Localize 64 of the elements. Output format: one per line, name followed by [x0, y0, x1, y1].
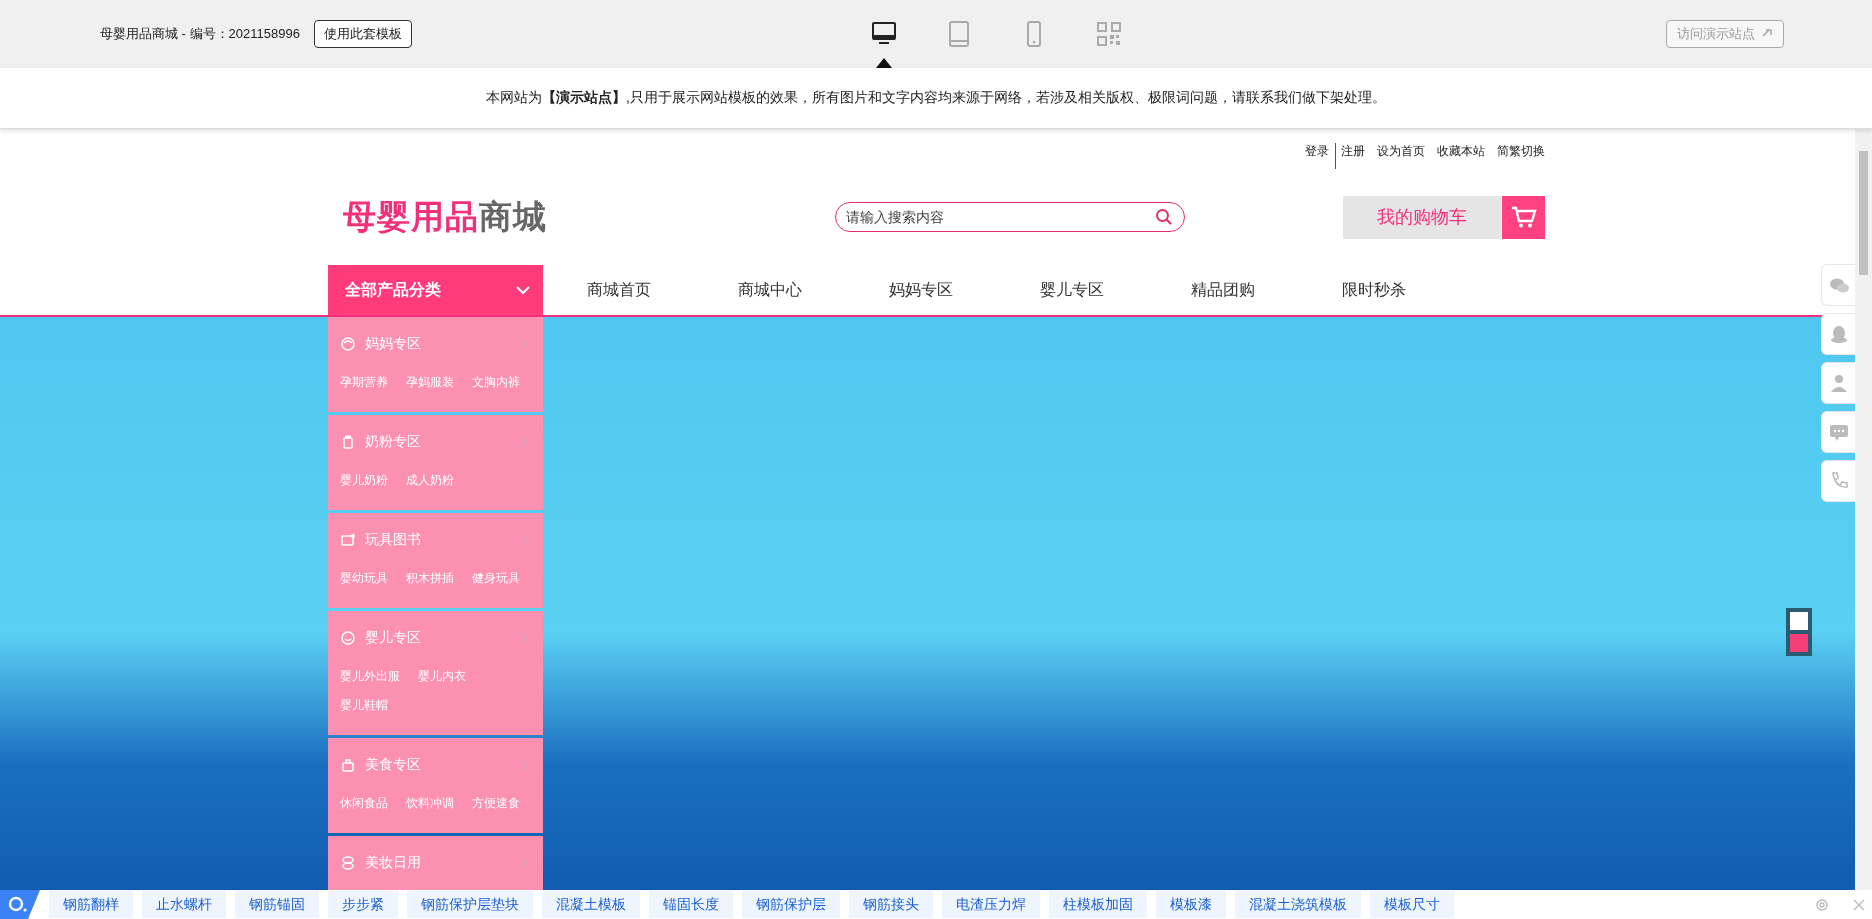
category-icon: [340, 336, 356, 352]
scrollbar-thumb[interactable]: [1859, 151, 1868, 275]
category-icon: [340, 630, 356, 646]
top-link[interactable]: 设为首页: [1377, 143, 1425, 169]
top-link[interactable]: 收藏本站: [1437, 143, 1485, 169]
chevron-right-icon: [521, 338, 529, 350]
chevron-right-icon: [521, 632, 529, 644]
search-icon[interactable]: [1155, 208, 1173, 226]
keyword-tag[interactable]: 混凝土浇筑模板: [1235, 891, 1361, 918]
keyword-tag[interactable]: 柱模板加固: [1049, 891, 1147, 918]
use-template-button[interactable]: 使用此套模板: [313, 20, 412, 48]
keyword-tag[interactable]: 钢筋接头: [849, 891, 933, 918]
nav-link[interactable]: 婴儿专区: [996, 265, 1147, 315]
cart-icon: [1510, 205, 1537, 229]
float-button[interactable]: [1821, 411, 1855, 453]
search-field[interactable]: 请输入搜索内容: [835, 202, 1185, 232]
category-icon: [340, 757, 356, 773]
top-link[interactable]: 简繁切换: [1497, 143, 1545, 169]
chevron-right-icon: [521, 759, 529, 771]
site-logo[interactable]: 母婴用品商城: [328, 194, 835, 240]
close-icon[interactable]: [1852, 897, 1866, 912]
chevron-right-icon: [521, 534, 529, 546]
cart-button[interactable]: 我的购物车: [1343, 195, 1501, 239]
scrollbar[interactable]: [1855, 129, 1872, 890]
top-link[interactable]: 注册: [1335, 143, 1365, 169]
keyword-tag[interactable]: 锚固长度: [649, 891, 733, 918]
category-menu-button[interactable]: 全部产品分类: [328, 265, 543, 315]
settings-icon[interactable]: [1814, 896, 1830, 913]
cart-icon-button[interactable]: [1502, 195, 1545, 239]
slide-indicator[interactable]: [1790, 612, 1808, 630]
keyword-tag[interactable]: 模板尺寸: [1370, 891, 1454, 918]
float-button[interactable]: [1821, 313, 1855, 355]
category-title: 全部产品分类: [345, 279, 441, 300]
site-title: 母婴用品商城 - 编号：2021158996: [100, 25, 300, 43]
keyword-tag[interactable]: 钢筋保护层垫块: [407, 891, 533, 918]
visit-demo-button[interactable]: 访问演示站点: [1666, 20, 1784, 48]
keyword-tag[interactable]: 钢筋锚固: [235, 891, 319, 918]
chevron-right-icon: [521, 436, 529, 448]
category-icon: [340, 532, 356, 548]
keyword-tag[interactable]: 混凝土模板: [542, 891, 640, 918]
keyword-tag[interactable]: 步步紧: [328, 891, 398, 918]
chevron-right-icon: [521, 857, 529, 869]
category-icon: [340, 855, 356, 871]
slide-indicator[interactable]: [1790, 634, 1808, 652]
keyword-tag[interactable]: 止水螺杆: [142, 891, 226, 918]
nav-link[interactable]: 妈妈专区: [845, 265, 996, 315]
keyword-tag[interactable]: 钢筋保护层: [742, 891, 840, 918]
float-button[interactable]: [1821, 362, 1855, 404]
person-icon: [1828, 373, 1849, 393]
top-link[interactable]: 登录: [1305, 143, 1329, 169]
qr-code-icon: [1095, 20, 1123, 48]
keyword-tag[interactable]: 电渣压力焊: [942, 891, 1040, 918]
keyword-tag[interactable]: 钢筋翻样: [49, 891, 133, 918]
keyword-tag[interactable]: 模板漆: [1156, 891, 1226, 918]
nav-link[interactable]: 商城中心: [694, 265, 845, 315]
pointer-triangle-icon: [876, 58, 892, 68]
category-icon: [340, 434, 356, 450]
nav-link[interactable]: 商城首页: [543, 265, 694, 315]
nav-link[interactable]: 限时秒杀: [1298, 265, 1449, 315]
nav-link[interactable]: 精品团购: [1147, 265, 1298, 315]
float-button[interactable]: [1821, 460, 1855, 502]
message-icon: [1828, 422, 1849, 442]
float-button[interactable]: [1821, 264, 1855, 306]
notice-text: 本网站为【演示站点】,只用于展示网站模板的效果，所有图片和文字内容均来源于网络，若涉及相关版权、极限词问题，请联系我们做下架处理。: [486, 89, 1386, 107]
